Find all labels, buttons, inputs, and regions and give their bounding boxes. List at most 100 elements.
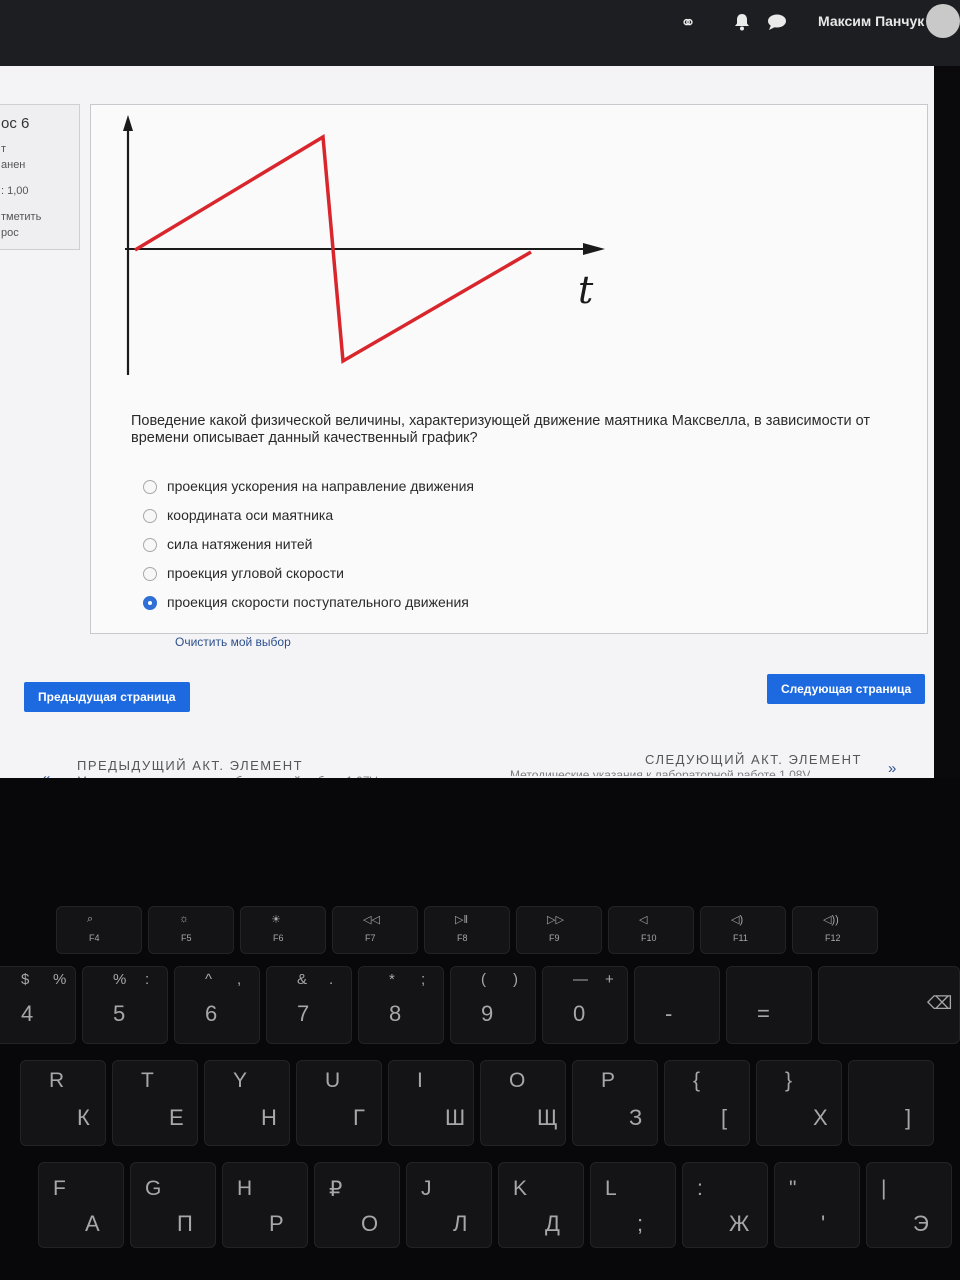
key-latin: K xyxy=(513,1177,528,1200)
question-status-2: анен xyxy=(1,159,26,171)
next-page-button[interactable]: Следующая страница xyxy=(767,674,926,704)
key-cyrillic: К xyxy=(77,1105,90,1130)
key-latin: P xyxy=(601,1069,616,1092)
function-key-icon: ◁)) xyxy=(823,914,839,926)
function-key-label: F5 xyxy=(181,933,192,943)
key-symbol: % xyxy=(53,971,67,988)
number-key: ^, 6 xyxy=(174,966,260,1044)
key-cyrillic: О xyxy=(361,1211,379,1236)
letter-key: KД xyxy=(498,1162,584,1248)
key-digit: 7 xyxy=(297,1001,310,1026)
radio-button[interactable] xyxy=(143,538,157,552)
clear-choice-link[interactable]: Очистить мой выбор xyxy=(175,635,291,649)
radio-button[interactable] xyxy=(143,509,157,523)
delete-icon: ⌫ xyxy=(927,993,953,1013)
axis-label-t: t xyxy=(578,268,594,312)
horizontal-axis-arrow xyxy=(583,243,605,255)
previous-page-button[interactable]: Предыдущая страница xyxy=(24,682,190,712)
chat-icon[interactable] xyxy=(766,12,788,38)
question-mark: : 1,00 xyxy=(1,185,29,197)
key-latin: H xyxy=(237,1177,253,1200)
radio-button-selected[interactable] xyxy=(143,596,157,610)
number-key: %: 5 xyxy=(82,966,168,1044)
function-key-label: F9 xyxy=(549,933,560,943)
letter-key: L; xyxy=(590,1162,676,1248)
function-key-icon: ☼ xyxy=(179,913,190,925)
key-digit: 0 xyxy=(573,1001,586,1026)
question-number: ос 6 xyxy=(1,115,30,132)
letter-key: | Э xyxy=(866,1162,952,1248)
radio-button[interactable] xyxy=(143,567,157,581)
key-digit: - xyxy=(665,1001,673,1026)
key-latin: R xyxy=(49,1069,65,1092)
key-latin: F xyxy=(53,1177,66,1200)
key-symbol: ( xyxy=(481,971,486,988)
key-cyrillic: Е xyxy=(169,1105,184,1130)
next-activity-heading: СЛЕДУЮЩИЙ АКТ. ЭЛЕМЕНТ xyxy=(645,752,862,767)
letter-key: HР xyxy=(222,1162,308,1248)
function-key: ▷‖ F8 xyxy=(424,906,510,954)
top-navbar: ⚭ Максим Панчук xyxy=(0,0,960,66)
question-status: т xyxy=(1,143,7,155)
letter-key: FА xyxy=(38,1162,124,1248)
letter-key: {[ xyxy=(664,1060,750,1146)
function-key: ☀ F6 xyxy=(240,906,326,954)
key-cyrillic: Г xyxy=(353,1105,365,1130)
avatar[interactable] xyxy=(926,4,960,38)
function-key: ⌕ F4 xyxy=(56,906,142,954)
key-latin: I xyxy=(417,1069,423,1092)
key-cyrillic: Р xyxy=(269,1211,284,1236)
letter-key: PЗ xyxy=(572,1060,658,1146)
answer-label[interactable]: проекция угловой скорости xyxy=(167,565,344,581)
letter-key: " ' xyxy=(774,1162,860,1248)
number-key: $% 4 xyxy=(0,966,76,1044)
user-name[interactable]: Максим Панчук xyxy=(818,13,924,29)
key-latin: U xyxy=(325,1069,341,1092)
answer-label[interactable]: сила натяжения нитей xyxy=(167,536,312,552)
key-cyrillic: Э xyxy=(913,1211,929,1236)
answer-label[interactable]: координата оси маятника xyxy=(167,507,333,523)
flag-question-link[interactable]: тметить xyxy=(1,211,41,224)
letter-key: ] xyxy=(848,1060,934,1146)
answer-label[interactable]: проекция ускорения на направление движен… xyxy=(167,478,474,494)
number-key: &. 7 xyxy=(266,966,352,1044)
bell-icon[interactable] xyxy=(732,12,752,38)
delete-key: ⌫ xyxy=(818,966,960,1044)
answer-label[interactable]: проекция скорости поступательного движен… xyxy=(167,594,469,610)
letter-key: GП xyxy=(130,1162,216,1248)
previous-activity-heading: ПРЕДЫДУЩИЙ АКТ. ЭЛЕМЕНТ xyxy=(77,758,304,773)
letter-key: OЩ xyxy=(480,1060,566,1146)
key-cyrillic: Д xyxy=(545,1211,560,1236)
key-latin: " xyxy=(789,1177,797,1200)
next-activity-link[interactable]: Методические указания к лабораторной раб… xyxy=(510,768,810,776)
radio-button[interactable] xyxy=(143,480,157,494)
key-latin: ₽ xyxy=(329,1178,343,1201)
function-key-icon: ◁◁ xyxy=(363,914,380,926)
key-digit: 6 xyxy=(205,1001,218,1026)
key-symbol: $ xyxy=(21,971,30,988)
key-latin: | xyxy=(881,1177,887,1200)
key-digit: 9 xyxy=(481,1001,494,1026)
key-cyrillic: З xyxy=(629,1105,643,1130)
key-cyrillic: Ш xyxy=(445,1105,466,1130)
key-cyrillic: А xyxy=(85,1211,100,1236)
key-digit: = xyxy=(757,1001,770,1026)
key-symbol: ; xyxy=(421,971,426,988)
key-cyrillic: Л xyxy=(453,1211,468,1236)
flag-question-link-2[interactable]: рос xyxy=(1,227,19,240)
question-text: Поведение какой физической величины, хар… xyxy=(131,413,871,446)
laptop-keyboard: ⌕ F4 ☼ F5 ☀ F6 ◁◁ F7 ▷‖ F8 ▷▷ F9 ◁ F10 ◁) F11 ◁)) F12 $% 4%… xyxy=(0,778,960,1280)
key-cyrillic: ] xyxy=(905,1105,912,1130)
key-latin: } xyxy=(785,1069,793,1092)
number-key: *; 8 xyxy=(358,966,444,1044)
letter-key: JЛ xyxy=(406,1162,492,1248)
letter-key: UГ xyxy=(296,1060,382,1146)
link-icon[interactable]: ⚭ xyxy=(680,12,696,35)
key-symbol: : xyxy=(145,971,150,988)
next-activity-icon[interactable]: » xyxy=(888,760,896,777)
function-key-icon: ◁) xyxy=(731,914,744,926)
letter-key: YН xyxy=(204,1060,290,1146)
key-cyrillic: Х xyxy=(813,1105,828,1130)
key-symbol: ^ xyxy=(205,971,213,988)
number-key: = xyxy=(726,966,812,1044)
